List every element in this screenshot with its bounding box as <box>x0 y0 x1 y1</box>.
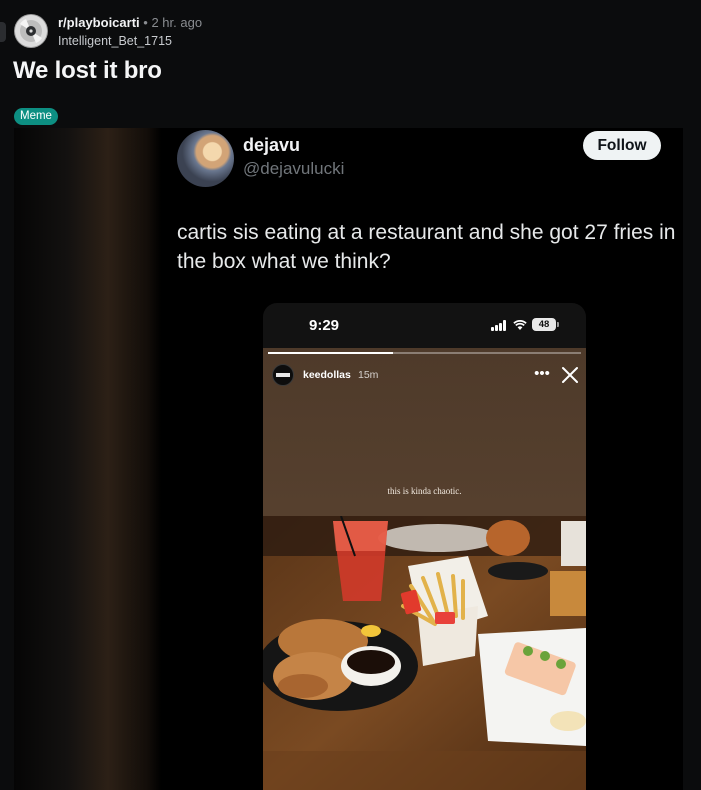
story-progress <box>268 352 581 354</box>
close-icon <box>562 367 578 383</box>
instagram-story: keedollas 15m ••• this is kinda chaotic. <box>263 348 586 790</box>
post-image[interactable]: dejavu @dejavulucki Follow cartis sis ea… <box>14 128 683 790</box>
tweet-avatar <box>177 130 234 187</box>
subreddit-link[interactable]: r/playboicarti <box>58 15 140 30</box>
tweet-display-name: dejavu <box>243 135 301 155</box>
post-title: We lost it bro <box>13 57 162 84</box>
battery-icon: 48 <box>532 318 559 331</box>
post-meta: r/playboicarti • 2 hr. ago <box>58 15 202 30</box>
story-time: 15m <box>358 369 379 381</box>
food-photo <box>263 516 586 790</box>
disc-icon <box>15 15 47 47</box>
signal-icon <box>491 320 508 331</box>
status-time: 9:29 <box>309 317 340 334</box>
meta-separator: • <box>143 15 148 30</box>
story-username: keedollas <box>303 369 351 381</box>
subreddit-avatar[interactable] <box>14 14 48 48</box>
status-icons: 48 <box>489 318 559 332</box>
post-time: 2 hr. ago <box>151 15 203 30</box>
wifi-icon <box>513 319 527 330</box>
post-flair[interactable]: Meme <box>14 108 58 125</box>
story-caption: this is kinda chaotic. <box>387 486 462 496</box>
more-icon: ••• <box>534 365 550 382</box>
follow-button: Follow <box>583 131 661 160</box>
author-link[interactable]: Intelligent_Bet_1715 <box>58 34 172 48</box>
tweet-handle: @dejavulucki <box>243 159 345 178</box>
tweet-card: dejavu @dejavulucki Follow cartis sis ea… <box>166 128 683 790</box>
tweet-text: cartis sis eating at a restaurant and sh… <box>177 221 676 273</box>
back-tab[interactable] <box>0 22 6 42</box>
story-avatar <box>272 364 294 386</box>
restaurant-table-illustration <box>263 516 586 790</box>
post-header: r/playboicarti • 2 hr. ago Intelligent_B… <box>0 0 701 128</box>
phone-screenshot: 9:29 48 keedollas 15m ••• this is kinda … <box>263 303 586 790</box>
story-progress-fill <box>268 352 394 354</box>
